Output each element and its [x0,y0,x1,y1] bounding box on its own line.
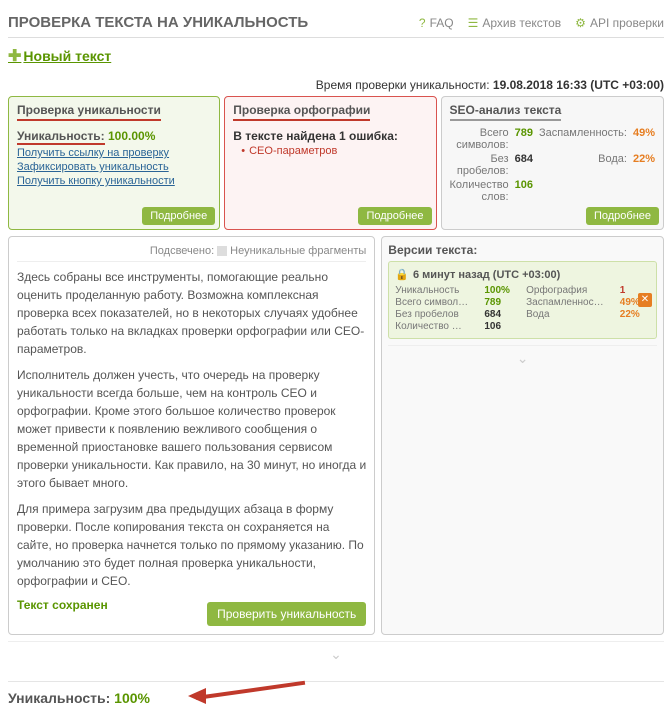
panel-seo-title: SEO-анализ текста [450,103,562,121]
panel-spell-title: Проверка орфографии [233,103,370,121]
link-get-url[interactable]: Получить ссылку на проверку [17,147,211,159]
arrow-annotation-icon [188,672,308,712]
spell-error-item: •СЕО-параметров [241,145,427,157]
highlight-legend: Подсвечено:Неуникальные фрагменты [17,245,366,262]
panel-seo: SEO-анализ текста Всего символов:789 Зас… [441,96,665,230]
chevron-down-icon[interactable]: ⌄ [388,345,657,371]
spell-found: В тексте найдена 1 ошибка: [233,129,427,143]
page-title: ПРОВЕРКА ТЕКСТА НА УНИКАЛЬНОСТЬ [8,14,308,31]
version-item[interactable]: 🔒6 минут назад (UTC +03:00) Уникальность… [388,261,657,339]
seo-water: 22% [633,153,655,177]
swatch-icon [217,246,227,256]
spell-more-button[interactable]: Подробнее [358,207,431,225]
seo-spam: 49% [633,127,655,151]
text-saved-label: Текст сохранен [17,598,108,612]
text-area-panel: Подсвечено:Неуникальные фрагменты Здесь … [8,236,375,635]
uniq-value: 100.00% [108,129,155,143]
seo-total-chars: 789 [515,127,533,151]
text-content[interactable]: Здесь собраны все инструменты, помогающи… [17,268,366,590]
check-uniqueness-button[interactable]: Проверить уникальность [207,602,366,626]
delete-version-button[interactable]: ✕ [638,293,652,307]
chevron-down-icon[interactable]: ⌄ [8,641,664,667]
panel-uniq-title: Проверка уникальности [17,103,161,121]
archive-icon: ☰ [468,16,479,30]
gear-icon: ⚙ [575,16,586,30]
api-link[interactable]: ⚙API проверки [575,16,664,30]
panel-uniqueness: Проверка уникальности Уникальность: 100.… [8,96,220,230]
link-fix-uniq[interactable]: Зафиксировать уникальность [17,161,211,173]
plus-icon: ✚ [8,48,21,65]
seo-no-spaces: 684 [515,153,533,177]
versions-panel: Версии текста: 🔒6 минут назад (UTC +03:0… [381,236,664,635]
archive-link[interactable]: ☰Архив текстов [468,16,562,30]
versions-title: Версии текста: [388,243,657,257]
lock-icon: 🔒 [395,269,409,281]
link-get-button[interactable]: Получить кнопку уникальности [17,175,211,187]
uniq-label: Уникальность: [17,129,105,145]
new-text-button[interactable]: ✚Новый текст [8,48,111,64]
seo-more-button[interactable]: Подробнее [586,207,659,225]
seo-words: 106 [515,179,533,203]
check-time: Время проверки уникальности: 19.08.2018 … [8,74,664,96]
panel-spelling: Проверка орфографии В тексте найдена 1 о… [224,96,436,230]
help-icon: ? [419,16,426,30]
faq-link[interactable]: ?FAQ [419,16,454,30]
uniq-more-button[interactable]: Подробнее [142,207,215,225]
bottom-uniqueness: Уникальность: 100% [8,681,664,706]
